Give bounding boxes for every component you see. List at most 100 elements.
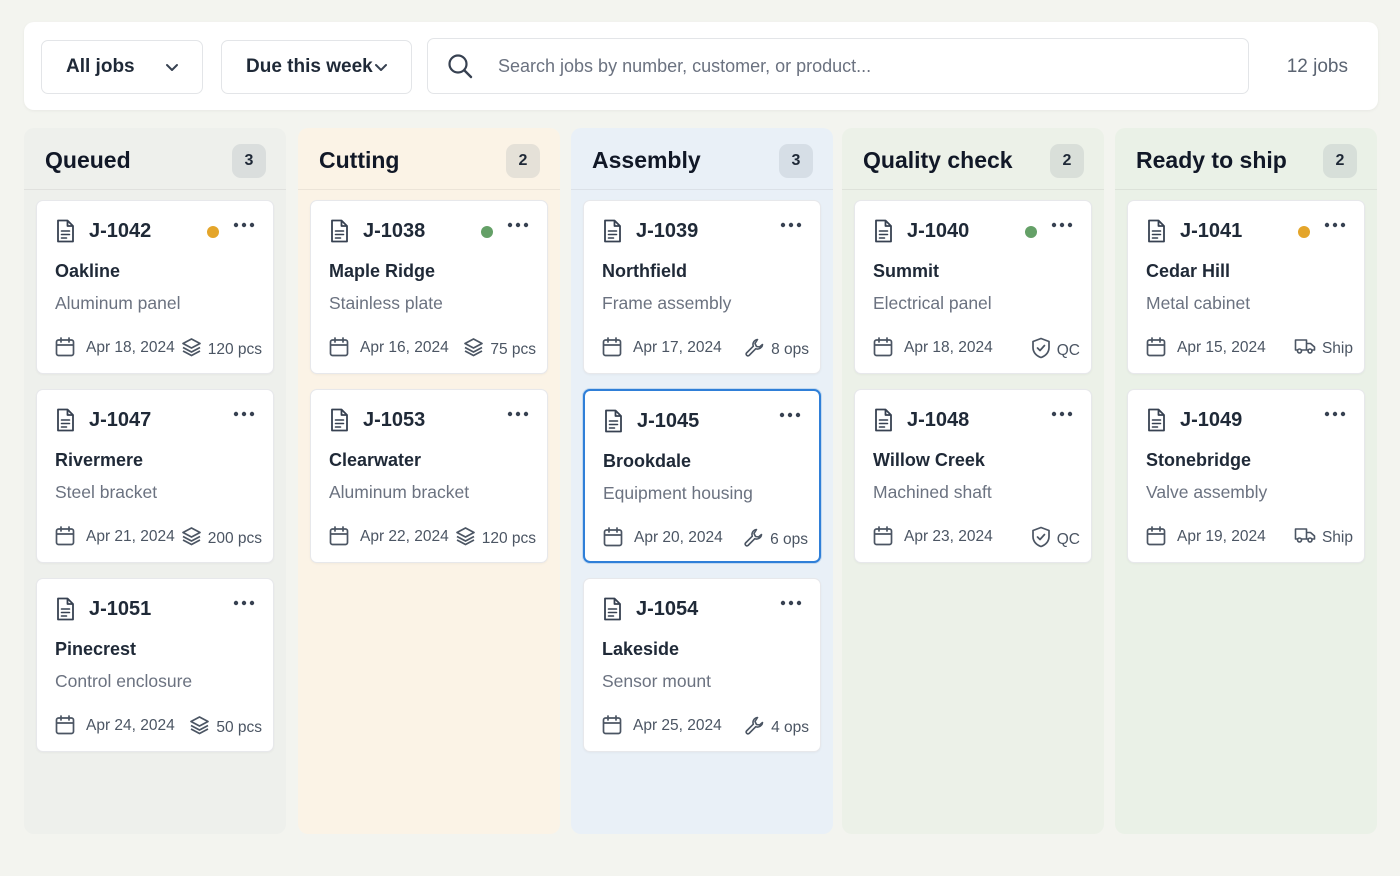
customer-name: Rivermere [55, 450, 144, 470]
column-count-badge: 2 [1323, 144, 1357, 178]
layers-icon [455, 526, 476, 551]
job-meta: Ship [1294, 337, 1353, 360]
job-card-j-1042[interactable]: J-1042 Oakline Aluminum panel Apr 18, 2024 1… [36, 200, 274, 374]
status-dot [1298, 226, 1310, 238]
job-number: J-1047 [89, 409, 152, 431]
calendar-icon [603, 527, 623, 547]
due-date: Apr 18, 2024 [904, 339, 993, 356]
column-count-badge: 3 [232, 144, 266, 178]
more-options-icon[interactable] [1324, 221, 1346, 229]
column-title: Queued [45, 147, 131, 173]
job-card-j-1054[interactable]: J-1054 Lakeside Sensor mount Apr 25, 2024 4 … [583, 578, 821, 752]
product-name: Steel bracket [55, 482, 158, 502]
job-card-j-1038[interactable]: J-1038 Maple Ridge Stainless plate Apr 16, … [310, 200, 548, 374]
wrench-icon [744, 715, 765, 741]
shield-check-icon [1031, 337, 1051, 364]
more-options-icon[interactable] [1051, 221, 1073, 229]
due-date: Apr 15, 2024 [1177, 339, 1266, 356]
customer-name: Brookdale [603, 451, 692, 471]
product-name: Sensor mount [602, 671, 711, 691]
job-meta: 75 pcs [463, 337, 536, 362]
document-icon [603, 409, 623, 433]
job-number: J-1039 [636, 220, 699, 242]
more-options-icon[interactable] [233, 599, 255, 607]
job-card-j-1039[interactable]: J-1039 Northfield Frame assembly Apr 17, 20… [583, 200, 821, 374]
job-card-j-1048[interactable]: J-1048 Willow Creek Machined shaft Apr 23, … [854, 389, 1092, 563]
document-icon [329, 408, 349, 432]
product-name: Control enclosure [55, 671, 193, 691]
more-options-icon[interactable] [1051, 410, 1073, 418]
column-title: Quality check [863, 147, 1013, 173]
job-card-j-1049[interactable]: J-1049 Stonebridge Valve assembly Apr 19, 2… [1127, 389, 1365, 563]
due-this-week-dropdown[interactable]: Due this week [221, 40, 412, 94]
job-meta-label: 75 pcs [490, 340, 536, 358]
search-input[interactable] [498, 55, 1218, 77]
column-count-badge: 2 [1050, 144, 1084, 178]
job-card-j-1041[interactable]: J-1041 Cedar Hill Metal cabinet Apr 15, 202… [1127, 200, 1365, 374]
more-options-icon[interactable] [1324, 410, 1346, 418]
customer-name: Stonebridge [1146, 450, 1252, 470]
calendar-icon [55, 526, 75, 546]
layers-icon [189, 715, 210, 740]
search-box[interactable] [427, 38, 1249, 94]
customer-name: Northfield [602, 261, 687, 281]
due-date: Apr 25, 2024 [633, 717, 722, 734]
document-icon [55, 597, 75, 621]
document-icon [602, 597, 622, 621]
due-date: Apr 19, 2024 [1177, 528, 1266, 545]
calendar-icon [55, 337, 75, 357]
job-number: J-1048 [907, 409, 970, 431]
job-meta: 4 ops [744, 715, 809, 741]
job-card-j-1053[interactable]: J-1053 Clearwater Aluminum bracket Apr 22, … [310, 389, 548, 563]
due-date: Apr 18, 2024 [86, 339, 175, 356]
customer-name: Cedar Hill [1146, 261, 1231, 281]
job-card-j-1040[interactable]: J-1040 Summit Electrical panel Apr 18, 2024… [854, 200, 1092, 374]
more-options-icon[interactable] [507, 410, 529, 418]
calendar-icon [602, 715, 622, 735]
job-number: J-1041 [1180, 220, 1243, 242]
column-quality-check: Quality check 2 J-1040 Summit Electrical pan… [842, 128, 1104, 834]
column-header: Ready to ship 2 [1115, 128, 1377, 190]
product-name: Equipment housing [603, 483, 753, 503]
filter-toolbar: All jobs Due this week 12 jobs [24, 22, 1378, 110]
job-meta: 8 ops [744, 337, 809, 363]
column-title: Cutting [319, 147, 400, 173]
job-card-j-1051[interactable]: J-1051 Pinecrest Control enclosure Apr 24, … [36, 578, 274, 752]
product-name: Valve assembly [1146, 482, 1268, 502]
column-cutting: Cutting 2 J-1038 Maple Ridge Stainless plate… [298, 128, 560, 834]
product-name: Aluminum bracket [329, 482, 470, 502]
job-number: J-1040 [907, 220, 970, 242]
job-number: J-1051 [89, 598, 152, 620]
more-options-icon[interactable] [507, 221, 529, 229]
status-dot [1025, 226, 1037, 238]
layers-icon [181, 526, 202, 551]
document-icon [55, 219, 75, 243]
document-icon [873, 219, 893, 243]
more-options-icon[interactable] [779, 411, 801, 419]
job-meta: QC [1031, 337, 1080, 364]
chevron-down-icon [164, 59, 180, 75]
search-icon [446, 52, 474, 80]
job-card-j-1045[interactable]: J-1045 Brookdale Equipment housing Apr 20, … [583, 389, 821, 563]
due-date: Apr 21, 2024 [86, 528, 175, 545]
calendar-icon [329, 337, 349, 357]
customer-name: Summit [873, 261, 940, 281]
column-header: Queued 3 [24, 128, 286, 190]
column-queued: Queued 3 J-1042 Oakline Aluminum panel Apr 18… [24, 128, 286, 834]
all-jobs-dropdown[interactable]: All jobs [41, 40, 203, 94]
column-header: Assembly 3 [571, 128, 833, 190]
product-name: Electrical panel [873, 293, 992, 313]
truck-icon [1294, 337, 1316, 360]
due-date: Apr 20, 2024 [634, 529, 723, 546]
more-options-icon[interactable] [780, 599, 802, 607]
column-header: Quality check 2 [842, 128, 1104, 190]
wrench-icon [743, 527, 764, 553]
job-meta: 120 pcs [181, 337, 262, 362]
job-number: J-1045 [637, 410, 700, 432]
job-card-j-1047[interactable]: J-1047 Rivermere Steel bracket Apr 21, 2024… [36, 389, 274, 563]
calendar-icon [329, 526, 349, 546]
more-options-icon[interactable] [780, 221, 802, 229]
more-options-icon[interactable] [233, 410, 255, 418]
job-number: J-1049 [1180, 409, 1243, 431]
more-options-icon[interactable] [233, 221, 255, 229]
